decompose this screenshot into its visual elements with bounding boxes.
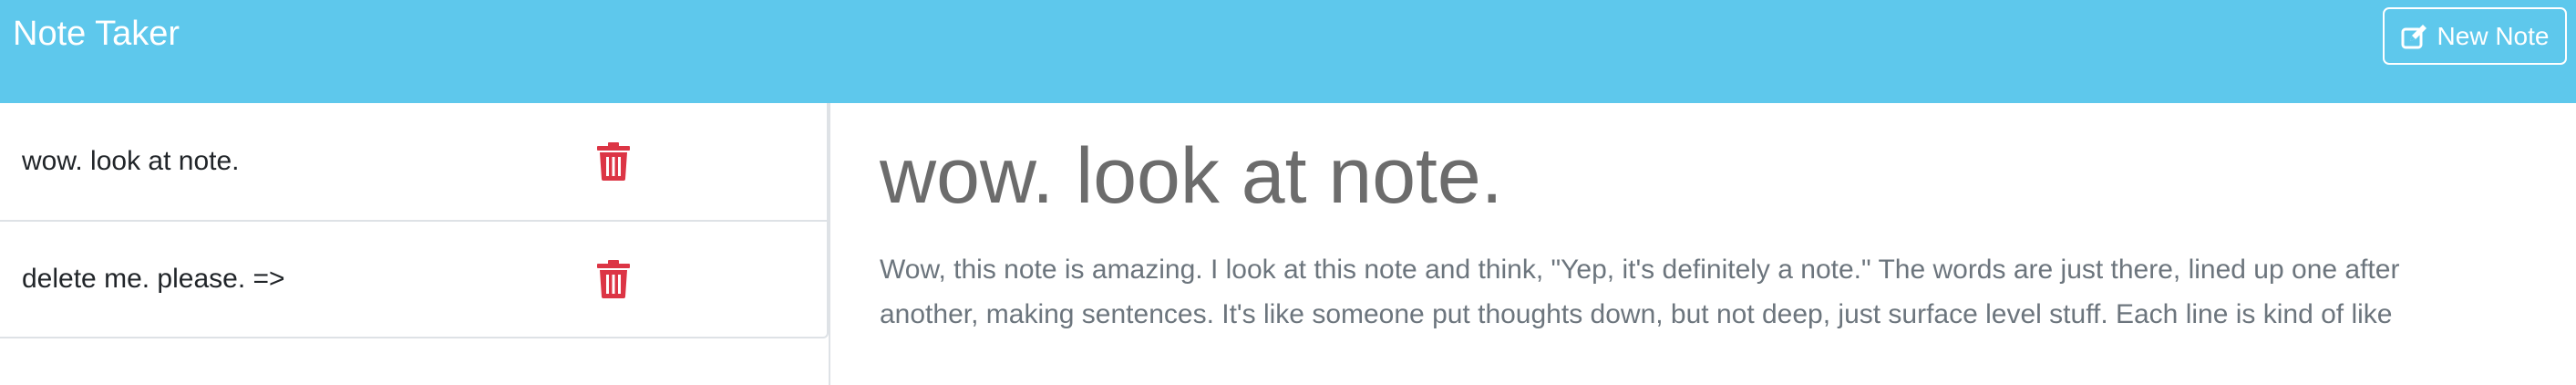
new-note-button[interactable]: New Note [2383, 7, 2567, 65]
new-note-label: New Note [2437, 21, 2550, 50]
note-list-item-title: delete me. please. => [22, 264, 285, 294]
note-body-line: Wow, this note is amazing. I look at thi… [880, 255, 2400, 285]
note-body[interactable]: Wow, this note is amazing. I look at thi… [880, 247, 2561, 337]
edit-icon [2401, 24, 2428, 49]
note-list-item[interactable]: wow. look at note. [0, 103, 829, 222]
note-editor: wow. look at note. Wow, this note is ama… [830, 103, 2576, 385]
trash-icon[interactable] [597, 260, 630, 298]
app-title[interactable]: Note Taker [13, 13, 180, 55]
note-list: wow. look at note. delete me. please. => [0, 103, 829, 385]
note-body-line: another, making sentences. It's like som… [880, 299, 2393, 329]
navbar: Note Taker New Note [0, 0, 2576, 103]
note-list-item-title: wow. look at note. [22, 146, 240, 176]
note-title[interactable]: wow. look at note. [880, 130, 1503, 222]
trash-icon[interactable] [597, 142, 630, 181]
note-list-item[interactable]: delete me. please. => [0, 220, 829, 338]
